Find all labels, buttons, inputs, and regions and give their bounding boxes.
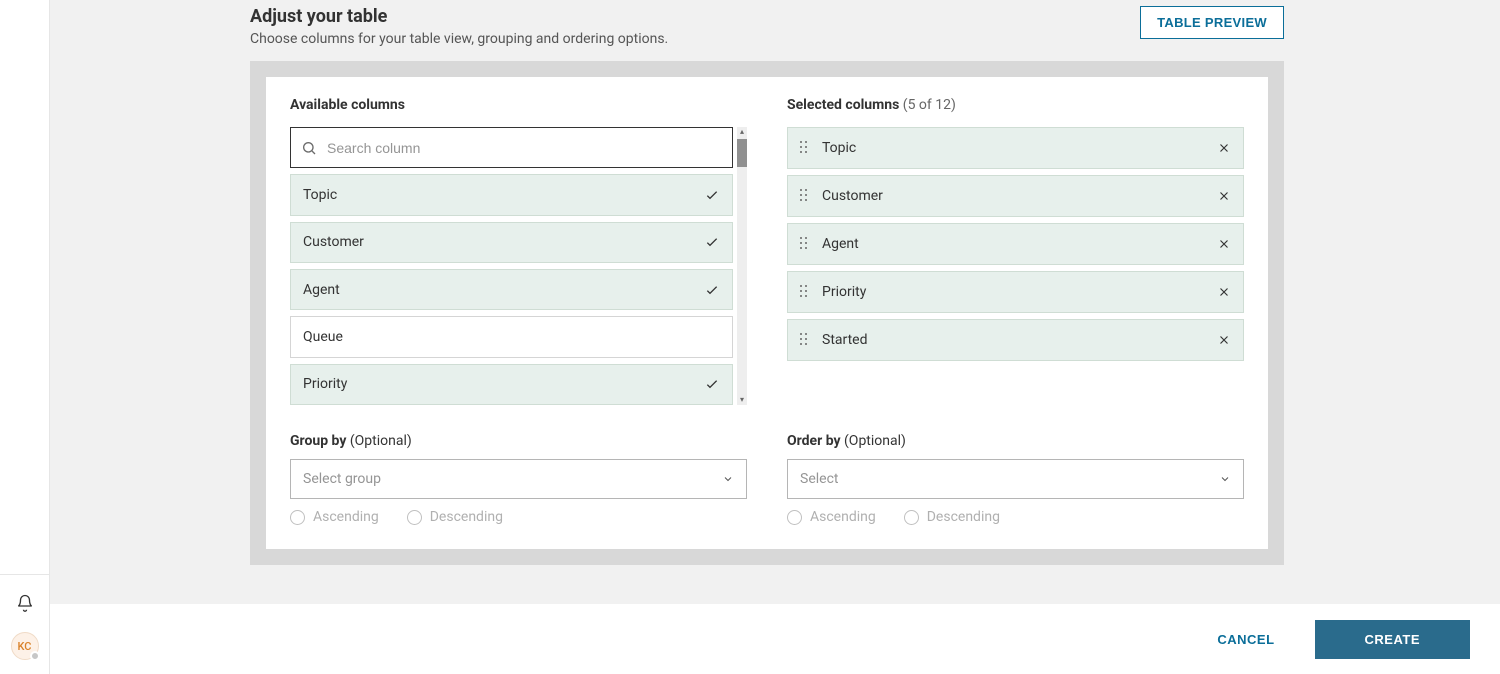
available-title: Available columns: [290, 97, 747, 113]
scrollbar-thumb[interactable]: [737, 139, 747, 167]
available-scrollbar[interactable]: ▴ ▾: [737, 127, 747, 405]
radio-icon: [290, 510, 305, 525]
remove-icon[interactable]: [1217, 333, 1231, 347]
remove-icon[interactable]: [1217, 237, 1231, 251]
order-ascending-radio[interactable]: Ascending: [787, 509, 876, 525]
left-rail: KC: [0, 0, 50, 674]
available-columns-section: Available columns Topic: [290, 97, 747, 405]
available-item-priority[interactable]: Priority: [290, 364, 733, 405]
available-item-agent[interactable]: Agent: [290, 269, 733, 310]
search-column-input[interactable]: [327, 140, 722, 156]
radio-icon: [787, 510, 802, 525]
table-preview-button[interactable]: TABLE PREVIEW: [1140, 6, 1284, 39]
remove-icon[interactable]: [1217, 285, 1231, 299]
selected-columns-section: Selected columns (5 of 12) Topic: [787, 97, 1244, 405]
scroll-up-icon[interactable]: ▴: [737, 127, 747, 137]
content-area: Adjust your table Choose columns for you…: [50, 0, 1500, 604]
scroll-down-icon[interactable]: ▾: [737, 395, 747, 405]
remove-icon[interactable]: [1217, 141, 1231, 155]
selected-item-priority[interactable]: Priority: [787, 271, 1244, 313]
group-by-select[interactable]: Select group: [290, 459, 747, 499]
user-avatar[interactable]: KC: [11, 632, 39, 660]
search-column-wrap[interactable]: [290, 127, 733, 168]
page-subtitle: Choose columns for your table view, grou…: [250, 31, 668, 47]
group-ascending-radio[interactable]: Ascending: [290, 509, 379, 525]
available-item-topic[interactable]: Topic: [290, 174, 733, 215]
create-button[interactable]: CREATE: [1315, 620, 1470, 659]
drag-handle-icon[interactable]: [800, 189, 812, 203]
selected-item-customer[interactable]: Customer: [787, 175, 1244, 217]
notifications-icon[interactable]: [16, 594, 34, 612]
page-title: Adjust your table: [250, 6, 668, 27]
group-descending-radio[interactable]: Descending: [407, 509, 503, 525]
group-by-section: Group by (Optional) Select group Ascendi…: [290, 433, 747, 525]
drag-handle-icon[interactable]: [800, 237, 812, 251]
drag-handle-icon[interactable]: [800, 141, 812, 155]
check-icon: [704, 234, 720, 250]
order-descending-radio[interactable]: Descending: [904, 509, 1000, 525]
order-by-label: Order by (Optional): [787, 433, 1244, 449]
order-by-select[interactable]: Select: [787, 459, 1244, 499]
search-icon: [301, 140, 317, 156]
status-dot: [30, 651, 40, 661]
available-item-queue[interactable]: Queue: [290, 316, 733, 357]
check-icon: [704, 376, 720, 392]
selected-list: Topic Customer Agent: [787, 127, 1244, 361]
rail-divider: [0, 574, 49, 575]
cancel-button[interactable]: CANCEL: [1217, 632, 1274, 647]
remove-icon[interactable]: [1217, 189, 1231, 203]
group-by-label: Group by (Optional): [290, 433, 747, 449]
available-list: Topic Customer Agent: [290, 127, 733, 405]
radio-icon: [904, 510, 919, 525]
order-by-section: Order by (Optional) Select Ascending: [787, 433, 1244, 525]
chevron-down-icon: [722, 473, 734, 485]
avatar-initials: KC: [18, 640, 32, 653]
chevron-down-icon: [1219, 473, 1231, 485]
header-row: Adjust your table Choose columns for you…: [250, 6, 1284, 47]
check-icon: [704, 187, 720, 203]
selected-item-agent[interactable]: Agent: [787, 223, 1244, 265]
drag-handle-icon[interactable]: [800, 333, 812, 347]
selected-item-started[interactable]: Started: [787, 319, 1244, 361]
config-panel: Available columns Topic: [250, 61, 1284, 565]
available-item-customer[interactable]: Customer: [290, 222, 733, 263]
check-icon: [704, 282, 720, 298]
selected-title: Selected columns (5 of 12): [787, 97, 1244, 113]
radio-icon: [407, 510, 422, 525]
footer-bar: CANCEL CREATE: [50, 604, 1500, 674]
selected-item-topic[interactable]: Topic: [787, 127, 1244, 169]
drag-handle-icon[interactable]: [800, 285, 812, 299]
